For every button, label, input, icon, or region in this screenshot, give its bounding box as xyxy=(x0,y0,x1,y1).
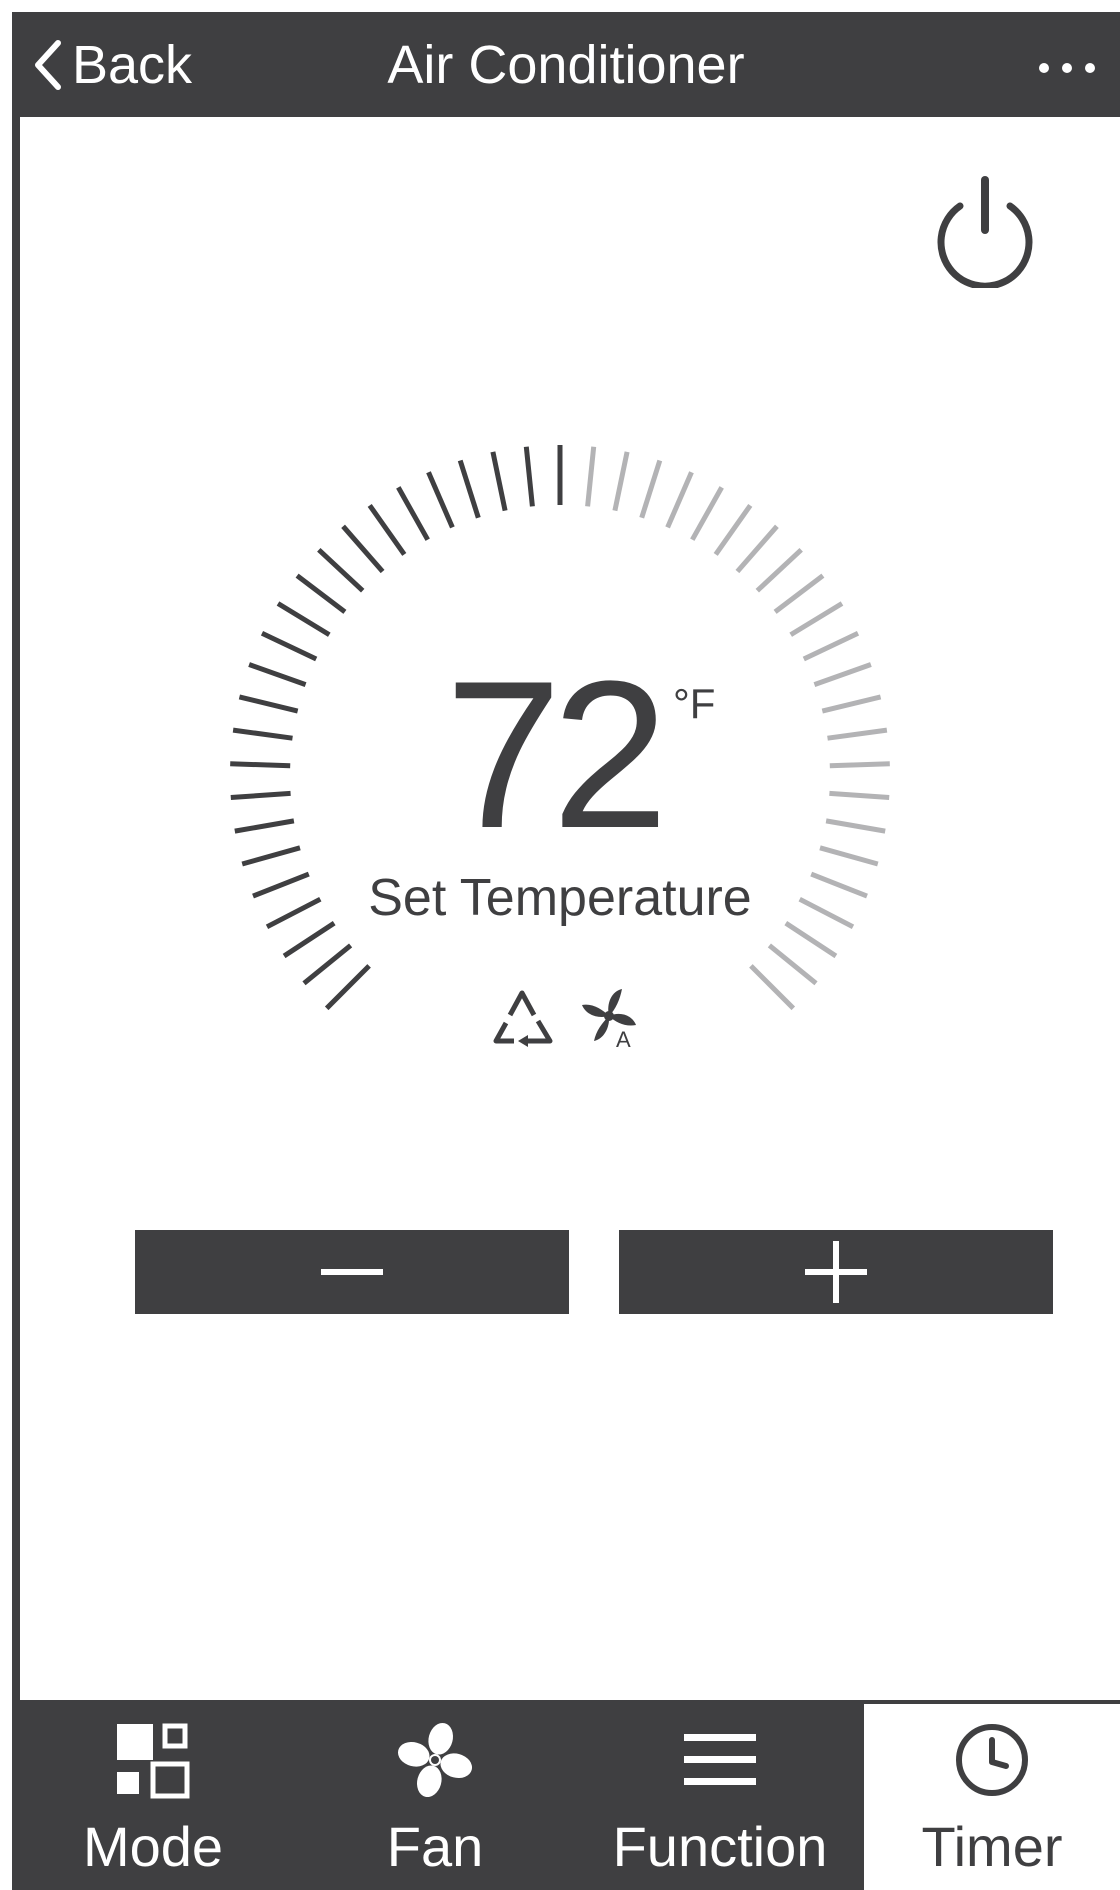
dial-tick-active xyxy=(232,727,293,741)
dial-tick-active xyxy=(295,573,347,614)
dial-tick-active xyxy=(282,921,336,959)
dial-tick-inactive xyxy=(665,471,694,529)
dial-tick-active xyxy=(252,871,310,899)
dial-tick-inactive xyxy=(784,921,838,959)
dial-tick-inactive xyxy=(810,871,868,899)
dial-tick-inactive xyxy=(735,524,779,574)
dial-tick-inactive xyxy=(749,964,796,1011)
more-horizontal-icon xyxy=(1039,63,1095,73)
fan-auto-label: A xyxy=(616,1027,631,1049)
dial-tick-inactive xyxy=(789,601,844,637)
dial-tick-active xyxy=(324,964,371,1011)
recycle-icon xyxy=(493,990,553,1047)
power-button[interactable] xyxy=(930,172,1040,290)
decrease-temperature-button[interactable] xyxy=(135,1230,569,1314)
dial-tick-inactive xyxy=(755,547,803,593)
tab-function[interactable]: Function xyxy=(576,1700,864,1890)
plus-icon xyxy=(805,1241,867,1303)
dial-tick-inactive xyxy=(829,761,890,769)
temperature-unit: °F xyxy=(673,680,716,727)
dial-tick-active xyxy=(230,790,291,800)
dial-tick-active xyxy=(230,761,291,769)
tab-mode[interactable]: Mode xyxy=(12,1700,294,1890)
menu-icon xyxy=(684,1734,756,1785)
dial-tick-active xyxy=(367,503,407,556)
dial-tick-active xyxy=(396,486,430,541)
tab-timer[interactable]: Timer xyxy=(864,1704,1120,1890)
dial-tick-active xyxy=(341,524,385,574)
dial-tick-active xyxy=(241,845,301,867)
chevron-left-icon xyxy=(35,40,61,90)
dial-tick-inactive xyxy=(821,694,882,714)
dial-tick-active xyxy=(248,662,307,687)
dial-tick-inactive xyxy=(713,503,753,556)
tab-fan-label: Fan xyxy=(386,1815,484,1878)
bottom-tab-bar: Mode Fan Function Timer xyxy=(12,1700,1120,1890)
dial-tick-inactive xyxy=(813,662,872,687)
temperature-label: Set Temperature xyxy=(368,869,752,927)
dial-tick-inactive xyxy=(819,845,879,867)
dial-tick-inactive xyxy=(690,486,724,541)
dial-tick-active xyxy=(426,471,455,529)
dial-tick-active xyxy=(317,547,365,593)
dial-tick-active xyxy=(457,459,481,519)
power-icon xyxy=(937,176,1033,290)
app-header: Back Air Conditioner xyxy=(12,12,1120,117)
tab-mode-label: Mode xyxy=(82,1815,224,1878)
more-button[interactable] xyxy=(1032,34,1102,94)
dial-tick-active xyxy=(523,446,535,507)
dial-tick-active xyxy=(265,896,322,930)
dial-tick-active xyxy=(490,451,508,512)
tab-function-label: Function xyxy=(612,1815,828,1878)
fan-auto-icon: A xyxy=(582,989,636,1049)
dial-tick-inactive xyxy=(827,727,888,741)
dial-tick-inactive xyxy=(802,631,860,662)
mode-icon xyxy=(117,1723,190,1799)
tab-fan[interactable]: Fan xyxy=(294,1700,576,1890)
dial-tick-inactive xyxy=(639,459,663,519)
back-button[interactable]: Back xyxy=(30,30,192,100)
temperature-value: 72 xyxy=(445,637,669,872)
minus-icon xyxy=(321,1269,383,1275)
increase-temperature-button[interactable] xyxy=(619,1230,1053,1314)
dial-tick-inactive xyxy=(773,573,825,614)
clock-icon xyxy=(956,1724,1028,1796)
fan-icon xyxy=(397,1722,473,1798)
dial-tick-active xyxy=(234,818,295,834)
dial-tick-inactive xyxy=(767,943,818,986)
status-indicators: A xyxy=(480,975,650,1055)
frame-border xyxy=(12,12,20,1702)
dial-tick-active xyxy=(276,601,331,637)
dial-tick-inactive xyxy=(585,446,597,507)
dial-tick-active xyxy=(260,631,318,662)
tab-timer-label: Timer xyxy=(921,1815,1063,1878)
back-label: Back xyxy=(72,35,193,95)
dial-tick-inactive xyxy=(798,896,855,930)
dial-tick-active xyxy=(302,943,353,986)
dial-tick-inactive xyxy=(829,790,890,800)
dial-tick-inactive xyxy=(825,818,886,834)
dial-tick-inactive xyxy=(612,451,630,512)
dial-tick-active xyxy=(238,694,299,714)
